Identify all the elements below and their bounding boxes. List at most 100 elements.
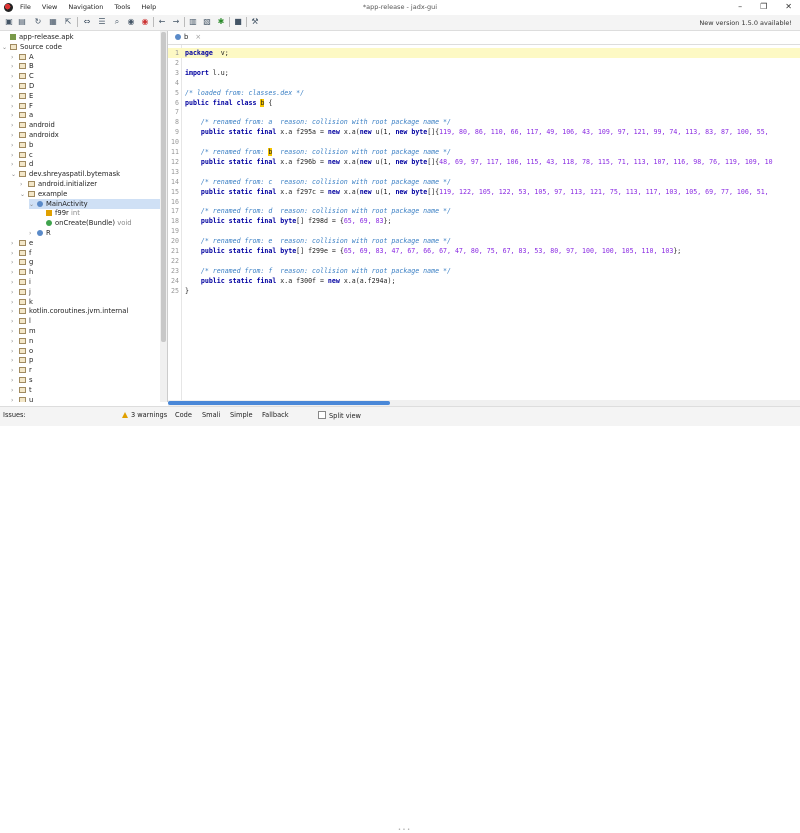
chevron-right-icon[interactable]: › (11, 396, 19, 402)
code-line[interactable]: 9 public static final x.a f295a = new x.… (168, 127, 800, 137)
warnings-button[interactable]: 3 warnings (122, 411, 167, 419)
tree-node[interactable]: › A (11, 52, 160, 62)
code-line[interactable]: 25} (168, 286, 800, 296)
menu-help[interactable]: Help (141, 3, 156, 11)
minimize-button[interactable]: – (738, 2, 742, 11)
forward-icon[interactable]: → (171, 17, 181, 27)
tree-node[interactable]: › c (11, 150, 160, 160)
tree-node[interactable]: › b (11, 140, 160, 150)
code-line[interactable]: 21 public static final byte[] f299e = {6… (168, 246, 800, 256)
log-icon[interactable]: ✱ (216, 17, 226, 27)
tree-node[interactable]: › o (11, 346, 160, 356)
refresh-icon[interactable]: ↻ (33, 17, 43, 27)
tree-node[interactable]: › R (29, 228, 160, 238)
chevron-down-icon[interactable]: ⌄ (20, 190, 28, 200)
tree-node[interactable]: ⌄ example (20, 189, 160, 199)
tree-node[interactable]: ⌄ MainActivity (29, 198, 160, 210)
tree-node[interactable]: › r (11, 365, 160, 375)
tree-node[interactable]: › d (11, 159, 160, 169)
tree-node[interactable]: › androidx (11, 130, 160, 140)
code-line[interactable]: 2 (168, 58, 800, 68)
split-view-checkbox[interactable] (318, 411, 326, 419)
menu-tools[interactable]: Tools (114, 3, 130, 11)
view-smali-button[interactable]: Smali (202, 411, 220, 419)
code-editor[interactable]: 1 package v; 2 3 import l.u; 4 5 /* loaded from… (168, 45, 800, 400)
code-line[interactable]: 14 /* renamed from: c reason: collision … (168, 177, 800, 187)
tree-node[interactable]: › B (11, 61, 160, 71)
tab-b[interactable]: b × (175, 33, 201, 41)
tree-node[interactable]: › m (11, 326, 160, 336)
code-line[interactable]: 7 (168, 107, 800, 117)
settings-icon[interactable]: ⚒ (250, 17, 260, 27)
tree-node[interactable]: app-release.apk (2, 32, 160, 42)
maximize-button[interactable]: ❐ (760, 2, 767, 11)
view-simple-button[interactable]: Simple (230, 411, 253, 419)
code-line[interactable]: 4 (168, 78, 800, 88)
bookmark-icon[interactable]: ▧ (202, 17, 212, 27)
code-line[interactable]: 17 /* renamed from: d reason: collision … (168, 206, 800, 216)
tree-node[interactable]: › k (11, 297, 160, 307)
tree-node[interactable]: › f (11, 248, 160, 258)
tree-node[interactable]: › g (11, 257, 160, 267)
menu-view[interactable]: View (42, 3, 57, 11)
save-all-icon[interactable]: ▦ (48, 17, 58, 27)
tree-node[interactable]: › u (11, 395, 160, 402)
code-line[interactable]: 18 public static final byte[] f298d = {6… (168, 216, 800, 226)
tree-node[interactable]: ⌄ Source code (2, 42, 160, 52)
tab-close-icon[interactable]: × (195, 33, 201, 41)
tree-node[interactable]: › D (11, 81, 160, 91)
tree-node[interactable]: › t (11, 385, 160, 395)
code-line[interactable]: 1 package v; (168, 48, 800, 58)
export-icon[interactable]: ⇱ (63, 17, 73, 27)
tree-node[interactable]: › android (11, 120, 160, 130)
stop-icon[interactable]: ■ (233, 17, 243, 27)
tree-node[interactable]: › l (11, 316, 160, 326)
code-line[interactable]: 5 /* loaded from: classes.dex */ (168, 88, 800, 98)
save-icon[interactable]: ▤ (17, 17, 27, 27)
view-fallback-button[interactable]: Fallback (262, 411, 289, 419)
tree-scrollbar-thumb[interactable] (161, 32, 166, 342)
search-usage-icon[interactable]: ◉ (140, 17, 150, 27)
code-line[interactable]: 6 public final class b { (168, 98, 800, 108)
search-class-icon[interactable]: ◉ (126, 17, 136, 27)
chevron-down-icon[interactable]: ⌄ (11, 170, 19, 180)
code-line[interactable]: 19 (168, 226, 800, 236)
sync-icon[interactable]: ⇔ (82, 17, 92, 27)
code-line[interactable]: 15 public static final x.a f297c = new x… (168, 187, 800, 197)
code-line[interactable]: 22 (168, 256, 800, 266)
chevron-down-icon[interactable]: ⌄ (29, 200, 37, 210)
view-code-button[interactable]: Code (175, 411, 192, 419)
code-line[interactable]: 13 (168, 167, 800, 177)
tree-node[interactable]: ⌄ dev.shreyaspatil.bytemask (11, 169, 160, 179)
search-icon[interactable]: ⌕ (112, 17, 122, 27)
tree-node[interactable]: › i (11, 277, 160, 287)
open-icon[interactable]: ▣ (4, 17, 14, 27)
tree-node[interactable]: › p (11, 355, 160, 365)
code-line[interactable]: 23 /* renamed from: f reason: collision … (168, 266, 800, 276)
code-line[interactable]: 11 /* renamed from: b reason: collision … (168, 147, 800, 157)
split-view-toggle[interactable]: Split view (318, 411, 361, 420)
editor-scrollbar-thumb[interactable] (168, 401, 390, 405)
code-line[interactable]: 10 (168, 137, 800, 147)
code-line[interactable]: 24 public static final x.a f300f = new x… (168, 276, 800, 286)
tree-node[interactable]: f99r int (38, 208, 160, 218)
tree-node[interactable]: › F (11, 101, 160, 111)
tree-node[interactable]: › s (11, 375, 160, 385)
chevron-down-icon[interactable]: ⌄ (2, 43, 10, 53)
code-line[interactable]: 20 /* renamed from: e reason: collision … (168, 236, 800, 246)
code-line[interactable]: 16 (168, 197, 800, 207)
code-line[interactable]: 8 /* renamed from: a reason: collision w… (168, 117, 800, 127)
tree-node[interactable]: › h (11, 267, 160, 277)
tree-node[interactable]: › a (11, 110, 160, 120)
update-notice[interactable]: New version 1.5.0 available! (699, 19, 792, 27)
code-line[interactable]: 12 public static final x.a f296b = new x… (168, 157, 800, 167)
tree-node[interactable]: › E (11, 91, 160, 101)
decompile-icon[interactable]: ▥ (188, 17, 198, 27)
tree-node[interactable]: › android.initializer (20, 179, 160, 189)
menu-file[interactable]: File (20, 3, 31, 11)
tree-node[interactable]: › e (11, 238, 160, 248)
flatten-icon[interactable]: ☰ (97, 17, 107, 27)
tree-node[interactable]: › kotlin.coroutines.jvm.internal (11, 306, 160, 316)
tree-node[interactable]: onCreate(Bundle) void (38, 218, 160, 228)
project-tree[interactable]: app-release.apk ⌄ Source code › A › B › C › D › E › F ›… (0, 31, 161, 402)
